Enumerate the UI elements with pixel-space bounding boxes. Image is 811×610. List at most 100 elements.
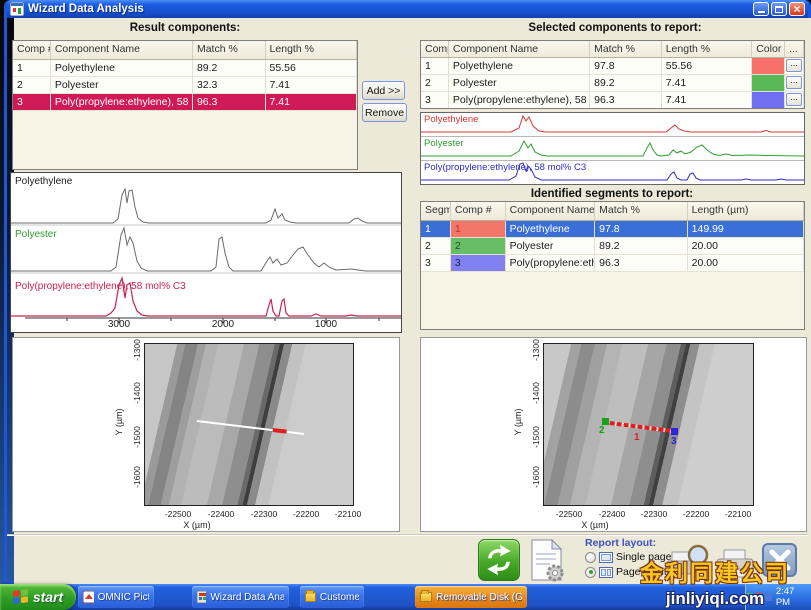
preview-band-polyester: Polyester bbox=[421, 137, 804, 161]
cell: Poly(propylene:ethylene... bbox=[506, 255, 596, 271]
table-header: Comp # Component Name Match % Length % bbox=[13, 41, 357, 60]
cell: Poly(propylene:ethylene), 58 mol% C3 bbox=[449, 92, 590, 108]
col-header[interactable]: Component Name bbox=[51, 41, 193, 59]
cell: 1 bbox=[421, 58, 449, 74]
col-header[interactable]: Match % bbox=[590, 41, 662, 57]
close-icon: × bbox=[793, 4, 800, 14]
table-row[interactable]: 1 Polyethylene 97.8 55.56 ... bbox=[421, 58, 804, 75]
color-swatch[interactable] bbox=[752, 92, 784, 108]
table-row[interactable]: 3 Poly(propylene:ethylene), 58 mol% C3 9… bbox=[421, 92, 804, 109]
col-header[interactable]: Component Name bbox=[449, 41, 590, 57]
fiber-stripes bbox=[543, 343, 754, 506]
comp-color-cell: 1 bbox=[451, 221, 506, 237]
y-tick: -1500 bbox=[132, 420, 142, 454]
col-header[interactable]: Component Name bbox=[506, 202, 596, 220]
refresh-button[interactable] bbox=[478, 539, 520, 581]
task-omnic-picta[interactable]: OMNIC Picta bbox=[78, 586, 154, 608]
result-components-table: Comp # Component Name Match % Length % 1… bbox=[12, 40, 358, 170]
table-row[interactable]: 3 3 Poly(propylene:ethylene... 96.3 20.0… bbox=[421, 255, 804, 272]
add-button[interactable]: Add >> bbox=[362, 81, 405, 100]
restore-button[interactable] bbox=[771, 2, 787, 16]
cell: 20.00 bbox=[688, 255, 804, 271]
col-header[interactable]: Match % bbox=[193, 41, 266, 59]
start-label: start bbox=[33, 589, 63, 605]
close-button[interactable]: × bbox=[789, 2, 805, 16]
table-row-selected[interactable]: 1 1 Polyethylene 97.8 149.99 bbox=[421, 221, 804, 238]
col-header[interactable]: ... bbox=[785, 41, 804, 57]
cell: 55.56 bbox=[266, 60, 357, 76]
remove-button[interactable]: Remove bbox=[362, 103, 407, 122]
table-row[interactable]: 2 2 Polyester 89.2 20.00 bbox=[421, 238, 804, 255]
x-axis-label: X (µm) bbox=[573, 520, 617, 530]
cell: 1 bbox=[13, 60, 51, 76]
preview-band-poly-c3: Poly(propylene:ethylene), 58 mol% C3 bbox=[421, 161, 804, 183]
table-row[interactable]: 1 Polyethylene 89.2 55.56 bbox=[13, 60, 357, 77]
trace-label: Polyester bbox=[15, 229, 57, 240]
cell: 2 bbox=[421, 75, 449, 91]
report-settings-button[interactable] bbox=[528, 538, 566, 584]
option-single-page[interactable]: Single page bbox=[585, 551, 671, 563]
segment-label-1: 1 bbox=[634, 432, 640, 443]
table-row-selected[interactable]: 3 Poly(propylene:ethylene), 58 mol% C3 9… bbox=[13, 94, 357, 111]
identified-segments-table: Segm # Comp # Component Name Match % Len… bbox=[420, 201, 805, 330]
cell: 89.2 bbox=[193, 60, 266, 76]
x-tick: -22300 bbox=[244, 509, 284, 519]
x-tick: -22400 bbox=[592, 509, 632, 519]
col-header[interactable]: Match % bbox=[595, 202, 688, 220]
printer-icon bbox=[714, 546, 756, 580]
comp-color-cell: 3 bbox=[451, 255, 506, 271]
cell: 7.41 bbox=[662, 75, 753, 91]
col-header[interactable]: Comp # bbox=[451, 202, 506, 220]
segment-label-2: 2 bbox=[599, 425, 605, 436]
task-removable-disk[interactable]: Removable Disk (G:) bbox=[415, 586, 527, 608]
x-tick: -22400 bbox=[201, 509, 241, 519]
table-row[interactable]: 2 Polyester 32.3 7.41 bbox=[13, 77, 357, 94]
col-header[interactable]: Comp # bbox=[421, 41, 449, 57]
preview-band-polyethylene: Polyethylene bbox=[421, 113, 804, 137]
cell: 1 bbox=[421, 221, 451, 237]
cell: 55.56 bbox=[662, 58, 753, 74]
y-tick: -1300 bbox=[132, 333, 142, 367]
selected-components-title: Selected components to report: bbox=[480, 22, 750, 34]
color-picker-button[interactable]: ... bbox=[786, 59, 802, 72]
start-button[interactable]: start bbox=[0, 584, 76, 610]
x-tick: 3000 bbox=[101, 319, 137, 330]
col-header[interactable]: Comp # bbox=[13, 41, 51, 59]
col-header[interactable]: Length (µm) bbox=[688, 202, 804, 220]
print-preview-icon bbox=[664, 542, 714, 580]
color-picker-button[interactable]: ... bbox=[786, 76, 802, 89]
color-picker-button[interactable]: ... bbox=[786, 93, 802, 106]
radio-single-page[interactable] bbox=[585, 552, 596, 563]
tray-icon-blue[interactable] bbox=[765, 593, 772, 601]
fiber-stripes bbox=[144, 343, 354, 506]
color-swatch[interactable] bbox=[752, 58, 784, 74]
radio-page-per-item[interactable] bbox=[585, 567, 596, 578]
x-tick: -22100 bbox=[328, 509, 368, 519]
cell: 96.3 bbox=[595, 255, 688, 271]
color-swatch[interactable] bbox=[752, 75, 784, 91]
exit-button[interactable] bbox=[762, 543, 797, 577]
col-header[interactable]: Length % bbox=[662, 41, 753, 57]
table-row[interactable]: 2 Polyester 89.2 7.41 ... bbox=[421, 75, 804, 92]
col-header[interactable]: Length % bbox=[266, 41, 357, 59]
task-label: OMNIC Picta bbox=[98, 592, 149, 603]
tray-icon-green[interactable] bbox=[746, 593, 753, 601]
cell: Polyester bbox=[506, 238, 596, 254]
tray-icon-red[interactable] bbox=[755, 593, 762, 601]
task-customers[interactable]: Customers bbox=[300, 586, 364, 608]
minimize-button[interactable] bbox=[753, 2, 769, 16]
cell: Polyester bbox=[51, 77, 193, 93]
task-wizard-data-analysis[interactable]: Wizard Data Analysis bbox=[192, 586, 289, 608]
print-preview-button[interactable] bbox=[664, 542, 714, 580]
col-header[interactable]: Segm # bbox=[421, 202, 451, 220]
cell: 2 bbox=[13, 77, 51, 93]
print-button[interactable] bbox=[714, 546, 756, 580]
close-x-icon bbox=[768, 549, 792, 571]
cell: 89.2 bbox=[590, 75, 662, 91]
window-title: Wizard Data Analysis bbox=[28, 3, 751, 15]
col-header[interactable]: Color bbox=[752, 41, 785, 57]
omnic-picta-icon bbox=[83, 591, 94, 603]
cell: 7.41 bbox=[266, 77, 357, 93]
title-bar[interactable]: Wizard Data Analysis × bbox=[7, 0, 808, 18]
y-tick: -1600 bbox=[531, 460, 541, 494]
